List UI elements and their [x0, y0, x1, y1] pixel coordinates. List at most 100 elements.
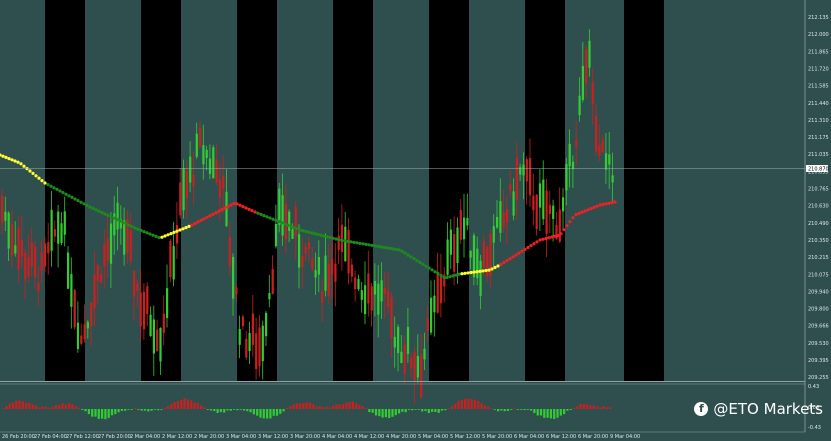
histogram-bar — [299, 403, 302, 409]
histogram-bar — [378, 409, 381, 417]
candle-body — [189, 156, 192, 183]
candle-body — [515, 158, 518, 200]
price-tick-label: 211.035 — [808, 152, 829, 158]
ma-dot — [67, 194, 71, 198]
candle-body — [321, 291, 324, 303]
ma-dot — [604, 202, 608, 206]
histogram-bar — [421, 409, 424, 412]
candle-body — [532, 195, 535, 211]
ma-dot — [148, 232, 152, 236]
candle-body — [383, 287, 386, 295]
ma-dot — [601, 202, 605, 206]
ma-dot — [259, 212, 263, 216]
histogram-bar — [203, 407, 206, 409]
histogram-bar — [361, 406, 364, 409]
ma-dot — [436, 272, 440, 276]
histogram-bar — [457, 400, 460, 409]
ma-dot — [256, 211, 260, 215]
histogram-bar — [345, 402, 348, 409]
ma-dot — [397, 248, 401, 252]
candle-body — [598, 145, 601, 156]
candle-body — [76, 322, 80, 350]
candle-body — [463, 217, 466, 240]
ma-dot — [313, 232, 317, 236]
price-chart[interactable]: 212.135 212.000 211.865 211.720 211.585 211.4… — [0, 0, 831, 441]
candle-body — [24, 252, 27, 280]
time-tick-label: 2 Mar 20:00 — [194, 434, 224, 440]
histogram-bar — [74, 406, 77, 409]
candle-body — [350, 264, 353, 277]
histogram-bar — [516, 409, 519, 410]
ma-dot — [610, 201, 614, 205]
candle-body — [535, 194, 538, 230]
histogram-bar — [5, 405, 8, 409]
ma-dot — [154, 234, 158, 238]
histogram-bar — [444, 409, 447, 411]
candle-body — [232, 256, 235, 299]
ma-dot — [16, 160, 20, 164]
chart-window[interactable]: 212.135 212.000 211.865 211.720 211.585 211.4… — [0, 0, 831, 441]
candle-body — [581, 65, 584, 100]
histogram-bar — [424, 409, 427, 412]
candle-body — [565, 164, 568, 191]
ma-dot — [373, 244, 377, 248]
price-tick-label: 209.255 — [808, 375, 829, 381]
ma-dot — [481, 269, 485, 273]
ma-dot — [475, 270, 479, 274]
histogram-bar — [170, 403, 173, 409]
price-tick-label: 211.720 — [808, 66, 829, 72]
histogram-bar — [609, 407, 612, 409]
indicator-tick-label: 0.43 — [808, 384, 819, 390]
ma-dot — [271, 217, 275, 221]
histogram-bar — [533, 409, 536, 414]
candle-body — [327, 263, 330, 296]
ma-dot — [343, 239, 347, 243]
candle-body — [324, 255, 327, 291]
histogram-bar — [15, 400, 18, 409]
candle-body — [502, 212, 505, 228]
histogram-bar — [388, 409, 391, 419]
histogram-bar — [447, 408, 450, 410]
histogram-bar — [464, 399, 467, 409]
candle-body — [57, 211, 60, 244]
candle-body — [344, 226, 347, 262]
ma-dot — [205, 215, 209, 219]
ma-dot — [328, 235, 332, 240]
candle-body — [222, 176, 225, 189]
candle-body — [149, 314, 152, 337]
ma-dot — [463, 271, 467, 275]
candle-body — [80, 335, 83, 344]
candle-body — [420, 354, 423, 398]
histogram-bar — [140, 409, 143, 411]
ma-dot — [100, 211, 104, 215]
ma-dot — [415, 258, 419, 263]
candle-body — [311, 258, 314, 270]
ma-dot — [487, 268, 491, 272]
candle-body — [496, 216, 499, 228]
candle-body — [314, 270, 317, 278]
ma-dot — [19, 162, 23, 166]
ma-dot — [304, 229, 308, 234]
candle-body — [416, 356, 419, 378]
candle-body — [50, 209, 53, 251]
candle-body — [505, 208, 509, 223]
histogram-bar — [266, 409, 269, 419]
ma-dot — [223, 206, 227, 210]
histogram-bar — [526, 409, 529, 410]
candle-body — [123, 220, 126, 255]
ma-dot — [568, 220, 572, 224]
histogram-bar — [302, 403, 305, 409]
histogram-bar — [176, 401, 180, 409]
candle-body — [453, 234, 456, 272]
ma-dot — [85, 203, 89, 207]
histogram-bar — [77, 407, 81, 409]
ma-dot — [502, 260, 506, 265]
candle-body — [439, 275, 443, 304]
candle-body — [93, 274, 96, 309]
ma-dot — [298, 228, 302, 232]
histogram-bar — [104, 409, 107, 420]
histogram-bar — [348, 401, 351, 409]
histogram-bar — [559, 409, 562, 416]
histogram-bar — [391, 409, 394, 417]
candle-body — [159, 327, 162, 362]
